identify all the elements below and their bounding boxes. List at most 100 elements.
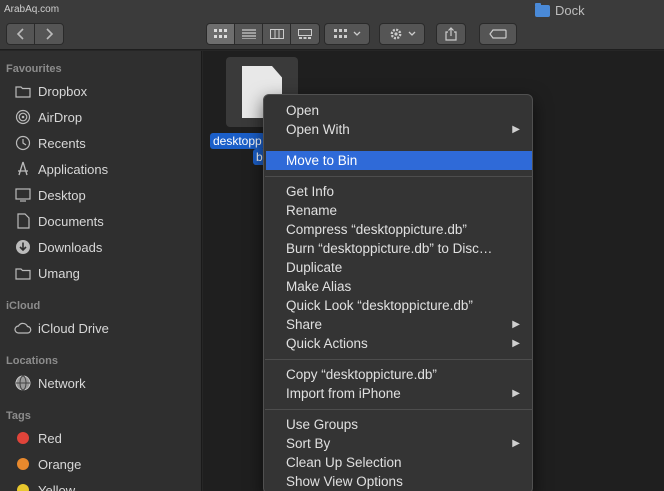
- folder-icon: [535, 2, 550, 17]
- sidebar-item-recents[interactable]: Recents: [14, 132, 86, 154]
- back-button[interactable]: [7, 24, 35, 44]
- menu-item-use-groups[interactable]: Use Groups: [264, 415, 532, 434]
- tag-icon: [489, 29, 507, 39]
- menu-item-label: Share: [286, 317, 323, 332]
- menu-item-copy[interactable]: Copy “desktoppicture.db”: [264, 365, 532, 384]
- sidebar-item-icloud-drive[interactable]: iCloud Drive: [14, 317, 109, 339]
- forward-button[interactable]: [35, 24, 63, 44]
- document-icon: [14, 213, 32, 229]
- sidebar-header-tags: Tags: [6, 410, 31, 422]
- sidebar-item-downloads[interactable]: Downloads: [14, 236, 102, 258]
- sidebar-item-label: iCloud Drive: [38, 320, 109, 336]
- menu-item-share[interactable]: Share ▶: [264, 315, 532, 334]
- view-mode-selector: [206, 23, 320, 45]
- sidebar-item-label: AirDrop: [38, 109, 83, 125]
- gallery-view-button[interactable]: [291, 24, 319, 44]
- sidebar-item-label: Dropbox: [38, 83, 88, 99]
- menu-item-move-to-bin[interactable]: Move to Bin: [266, 151, 532, 170]
- menu-item-label: Duplicate: [286, 260, 343, 275]
- column-view-button[interactable]: [263, 24, 291, 44]
- sidebar-item-tag-orange[interactable]: Orange: [14, 453, 81, 475]
- menu-item-open[interactable]: Open: [264, 101, 532, 120]
- sidebar-item-dropbox[interactable]: Dropbox: [14, 80, 87, 102]
- sidebar-item-applications[interactable]: Applications: [14, 158, 108, 180]
- menu-item-clean-up-selection[interactable]: Clean Up Selection: [264, 453, 532, 472]
- menu-item-label: Import from iPhone: [286, 386, 401, 401]
- menu-item-label: Open: [286, 103, 320, 118]
- sidebar-item-desktop[interactable]: Desktop: [14, 184, 86, 206]
- submenu-arrow-icon: ▶: [512, 338, 520, 349]
- file-name-label[interactable]: desktopp: [210, 133, 265, 149]
- window-title: Dock: [535, 2, 585, 18]
- menu-item-label: Show View Options: [286, 474, 403, 489]
- desktop-icon: [14, 187, 32, 203]
- menu-item-label: Burn “desktoppicture.db” to Disc…: [286, 241, 493, 256]
- chevron-left-icon: [16, 28, 24, 40]
- sidebar-item-network[interactable]: Network: [14, 372, 86, 394]
- sidebar-item-airdrop[interactable]: AirDrop: [14, 106, 82, 128]
- menu-item-show-view-options[interactable]: Show View Options: [264, 472, 532, 491]
- sidebar-item-tag-yellow[interactable]: Yellow: [14, 479, 75, 491]
- menu-item-import-from-iphone[interactable]: Import from iPhone ▶: [264, 384, 532, 403]
- menu-item-label: Sort By: [286, 436, 331, 451]
- grid-icon: [333, 29, 347, 38]
- sidebar-item-label: Red: [38, 430, 62, 446]
- sidebar-item-label: Desktop: [38, 187, 86, 203]
- folder-icon: [14, 83, 32, 99]
- applications-icon: [14, 161, 32, 177]
- gear-icon: [390, 28, 401, 40]
- menu-item-duplicate[interactable]: Duplicate: [264, 258, 532, 277]
- group-by-button[interactable]: [324, 23, 370, 45]
- menu-item-quick-actions[interactable]: Quick Actions ▶: [264, 334, 532, 353]
- sidebar-item-label: Network: [38, 375, 86, 391]
- airdrop-icon: [14, 109, 32, 125]
- context-menu: Open Open With ▶ Move to Bin Get Info Ren…: [263, 94, 533, 491]
- sidebar-header-icloud: iCloud: [6, 300, 41, 312]
- menu-item-label: Move to Bin: [286, 153, 358, 168]
- sidebar-header-locations: Locations: [6, 355, 58, 367]
- tag-color-dot: [17, 432, 29, 444]
- menu-separator: [265, 409, 533, 410]
- icon-view-button[interactable]: [207, 24, 235, 44]
- sidebar-item-label: Orange: [38, 456, 82, 472]
- sidebar-header-favourites: Favourites: [6, 63, 62, 75]
- menu-item-get-info[interactable]: Get Info: [264, 182, 532, 201]
- menu-item-label: Compress “desktoppicture.db”: [286, 222, 467, 237]
- menu-item-label: Quick Actions: [286, 336, 368, 351]
- tag-color-dot: [17, 484, 29, 491]
- edit-tags-button[interactable]: [479, 23, 517, 45]
- menu-item-burn[interactable]: Burn “desktoppicture.db” to Disc…: [264, 239, 532, 258]
- menu-item-quick-look[interactable]: Quick Look “desktoppicture.db”: [264, 296, 532, 315]
- clock-icon: [14, 135, 32, 151]
- list-view-button[interactable]: [235, 24, 263, 44]
- sidebar-item-tag-red[interactable]: Red: [14, 427, 62, 449]
- sidebar-item-label: Recents: [38, 135, 86, 151]
- submenu-arrow-icon: ▶: [512, 388, 520, 399]
- navigation-buttons: [6, 23, 64, 45]
- sidebar-item-label: Downloads: [38, 239, 103, 255]
- sidebar-item-documents[interactable]: Documents: [14, 210, 104, 232]
- menu-item-label: Rename: [286, 203, 338, 218]
- globe-icon: [14, 375, 32, 391]
- menu-separator: [265, 359, 533, 360]
- sidebar-item-label: Yellow: [38, 482, 76, 491]
- sidebar-item-label: Applications: [38, 161, 109, 177]
- menu-item-rename[interactable]: Rename: [264, 201, 532, 220]
- menu-item-open-with[interactable]: Open With ▶: [264, 120, 532, 139]
- chevron-down-icon: [353, 31, 360, 36]
- window-title-text: Dock: [555, 3, 585, 18]
- menu-item-make-alias[interactable]: Make Alias: [264, 277, 532, 296]
- gallery-icon: [298, 29, 312, 39]
- sidebar-item-umang[interactable]: Umang: [14, 262, 80, 284]
- chevron-right-icon: [46, 28, 54, 40]
- share-button[interactable]: [436, 23, 466, 45]
- download-icon: [14, 239, 32, 255]
- columns-icon: [269, 29, 284, 39]
- menu-item-compress[interactable]: Compress “desktoppicture.db”: [264, 220, 532, 239]
- menu-separator: [265, 176, 533, 177]
- cloud-icon: [14, 320, 32, 336]
- folder-icon: [14, 265, 32, 281]
- action-button[interactable]: [379, 23, 425, 45]
- menu-item-label: Clean Up Selection: [286, 455, 402, 470]
- menu-item-sort-by[interactable]: Sort By ▶: [264, 434, 532, 453]
